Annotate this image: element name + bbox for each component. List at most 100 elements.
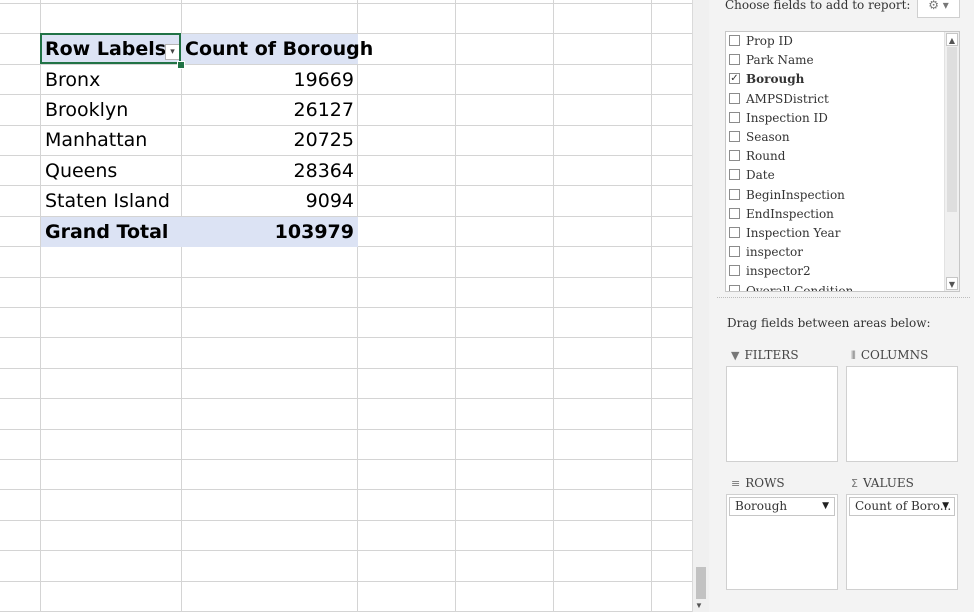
field-name: EndInspection — [746, 206, 834, 221]
field-checkbox[interactable] — [729, 35, 740, 46]
field-item[interactable]: Round — [727, 147, 942, 166]
pivot-row-label: Staten Island — [45, 190, 170, 212]
field-checkbox[interactable] — [729, 284, 740, 291]
worksheet[interactable]: Row Labels Count of Borough ▾ Bronx 1966… — [0, 0, 692, 612]
grand-total-value: 103979 — [274, 221, 354, 243]
pivot-row[interactable]: Bronx 19669 — [41, 65, 358, 95]
field-item[interactable]: Inspection ID — [727, 109, 942, 128]
field-checkbox[interactable] — [729, 150, 740, 162]
pane-divider[interactable] — [717, 297, 970, 298]
sigma-icon: Σ — [851, 477, 858, 490]
pivot-row[interactable]: Staten Island 9094 — [41, 186, 358, 216]
field-checkbox[interactable]: ✓ — [729, 73, 740, 85]
field-item[interactable]: EndInspection — [727, 205, 942, 224]
field-item[interactable]: Date — [727, 166, 942, 185]
pivot-row-value: 19669 — [293, 69, 354, 91]
columns-drop-area[interactable] — [846, 366, 958, 462]
field-checkbox[interactable] — [729, 92, 740, 104]
field-item[interactable]: Park Name — [727, 51, 942, 70]
field-name: Date — [746, 168, 775, 183]
field-checkbox[interactable] — [729, 188, 740, 200]
pivot-row-label: Manhattan — [45, 129, 148, 151]
field-checkbox[interactable] — [729, 131, 740, 142]
scroll-down-icon[interactable]: ▼ — [946, 277, 958, 290]
values-drop-area[interactable]: Count of Boro... ▼ — [846, 494, 958, 590]
grid-row-line — [0, 368, 692, 369]
columns-icon: ⦀ — [851, 349, 856, 362]
pivot-row-value: 20725 — [293, 129, 354, 151]
count-of-borough-header[interactable]: Count of Borough — [185, 34, 373, 64]
field-checkbox[interactable] — [729, 265, 740, 277]
pivot-row-value: 26127 — [293, 99, 354, 121]
pivot-row-value: 9094 — [305, 190, 354, 212]
choose-fields-label: Choose fields to add to report: — [725, 0, 911, 12]
drag-fields-label: Drag fields between areas below: — [727, 316, 931, 330]
field-name: AMPSDistrict — [746, 91, 829, 106]
grid-row-line — [0, 459, 692, 460]
field-name: Prop ID — [746, 34, 793, 48]
field-item[interactable]: BeginInspection — [727, 186, 942, 205]
field-item[interactable]: Overall Condition — [727, 282, 942, 291]
rows-field-borough[interactable]: Borough ▼ — [729, 497, 835, 516]
pivot-row[interactable]: Queens 28364 — [41, 156, 358, 186]
grid-row-line — [0, 277, 692, 278]
field-list-scrollbar[interactable]: ▲ ▼ — [944, 32, 959, 291]
field-checkbox[interactable] — [729, 54, 740, 66]
field-checkbox[interactable] — [729, 111, 740, 123]
values-field-label: Count of Boro... — [855, 499, 952, 513]
field-name: inspector2 — [746, 264, 811, 279]
gear-icon: ⚙ — [928, 0, 939, 12]
field-name: inspector — [746, 245, 804, 260]
scroll-up-icon[interactable]: ▲ — [946, 33, 958, 46]
grid-row-line — [0, 429, 692, 430]
field-item[interactable]: Season — [727, 128, 942, 147]
grid-row-line — [0, 520, 692, 521]
grid-row-line — [0, 398, 692, 399]
field-item[interactable]: inspector2 — [727, 262, 942, 281]
filters-area-title: ▼ FILTERS — [731, 348, 799, 362]
rows-drop-area[interactable]: Borough ▼ — [726, 494, 838, 590]
field-item[interactable]: Inspection Year — [727, 224, 942, 243]
grid-row-line — [0, 489, 692, 490]
grid-row-line — [0, 307, 692, 308]
values-field-count-of-borough[interactable]: Count of Boro... ▼ — [849, 497, 955, 516]
active-cell-selection — [40, 33, 181, 64]
pivot-row-value: 28364 — [293, 160, 354, 182]
grand-total-label: Grand Total — [45, 221, 169, 243]
values-area-title: Σ VALUES — [851, 476, 914, 490]
field-name: Park Name — [746, 53, 814, 68]
pivot-row[interactable]: Manhattan 20725 — [41, 125, 358, 155]
field-item[interactable]: Prop ID — [727, 32, 942, 51]
grid-row-line — [0, 550, 692, 551]
field-settings-button[interactable]: ⚙ ▾ — [917, 0, 960, 18]
fill-handle[interactable] — [177, 61, 185, 69]
field-name: Round — [746, 149, 786, 164]
grand-total-row[interactable]: Grand Total 103979 — [41, 217, 358, 247]
pivot-row-label: Brooklyn — [45, 99, 129, 121]
rows-field-label: Borough — [735, 499, 788, 513]
field-item[interactable]: ✓ Borough — [727, 70, 942, 89]
field-list[interactable]: Prop ID Park Name ✓ Borough AMPSDistrict Insp… — [725, 31, 960, 292]
field-item[interactable]: AMPSDistrict — [727, 90, 942, 109]
rows-icon: ≡ — [731, 477, 741, 490]
pivot-row[interactable]: Brooklyn 26127 — [41, 95, 358, 125]
chevron-down-icon[interactable]: ▼ — [942, 498, 949, 515]
field-checkbox[interactable] — [729, 227, 740, 238]
field-name: Season — [746, 130, 790, 144]
filter-icon: ▼ — [731, 349, 740, 362]
grid-row-line — [0, 3, 692, 4]
filters-drop-area[interactable] — [726, 366, 838, 462]
field-name: Borough — [746, 72, 805, 87]
sheet-vertical-scrollbar[interactable]: ▼ — [692, 0, 709, 612]
field-checkbox[interactable] — [729, 207, 740, 219]
field-checkbox[interactable] — [729, 246, 740, 258]
field-name: Inspection ID — [746, 110, 828, 125]
field-item[interactable]: inspector — [727, 243, 942, 262]
columns-area-title: ⦀ COLUMNS — [851, 348, 929, 362]
sheet-scroll-thumb[interactable] — [696, 567, 706, 599]
chevron-down-icon[interactable]: ▼ — [822, 498, 829, 515]
field-checkbox[interactable] — [729, 169, 740, 181]
field-list-scroll-thumb[interactable] — [947, 47, 957, 212]
pivot-fields-pane: Choose fields to add to report: ⚙ ▾ Prop… — [709, 0, 974, 612]
scroll-down-icon[interactable]: ▼ — [695, 601, 703, 610]
